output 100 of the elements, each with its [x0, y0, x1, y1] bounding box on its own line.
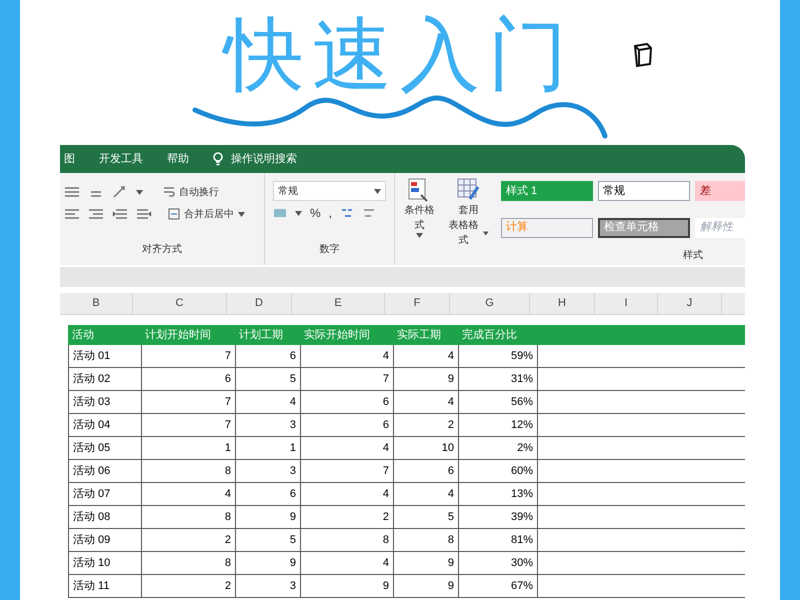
table-cell: 59%: [458, 345, 538, 367]
merge-center-button[interactable]: 合并后居中: [168, 206, 245, 222]
caret-icon: [136, 190, 143, 194]
table-cell: 7: [300, 368, 393, 390]
table-cell: 活动 02: [68, 368, 141, 390]
table-cell: 活动 05: [68, 437, 141, 459]
number-format-dropdown[interactable]: 常规: [273, 181, 386, 201]
table-header-cell-text: 实际工期: [396, 328, 442, 343]
column-header[interactable]: C: [133, 293, 227, 314]
group-label: 样式: [683, 248, 704, 263]
table-cell: 4: [393, 345, 458, 367]
table-cell: 9: [393, 552, 458, 574]
table-cell: 活动 11: [68, 575, 141, 597]
table-cell: 4: [235, 391, 300, 413]
table-cell: 6: [393, 460, 458, 482]
table-cell: 9: [235, 506, 300, 528]
table-header-cell-text: 实际开始时间: [303, 328, 371, 343]
table-cell: 9: [235, 552, 300, 574]
column-header[interactable]: E: [292, 293, 385, 314]
table-cell: 6: [235, 345, 300, 367]
table-cell: 2: [141, 575, 235, 597]
table-cell: 活动 01: [68, 345, 141, 367]
group-label: 数字: [320, 242, 340, 257]
table-cell: 31%: [458, 368, 538, 390]
align-icon[interactable]: [136, 207, 152, 221]
table-cell: 9: [300, 575, 393, 597]
table-cell: 4: [141, 483, 235, 505]
align-icon[interactable]: [88, 207, 104, 221]
table-cell: 2: [393, 414, 458, 436]
ribbon-tab[interactable]: 图: [64, 150, 75, 168]
text-orientation-icon[interactable]: [112, 185, 128, 199]
number-symbol[interactable]: %: [310, 204, 321, 222]
caret-icon: [295, 210, 302, 216]
table-cell: 81%: [458, 529, 538, 551]
decimal-decrease-icon[interactable]: [362, 207, 376, 219]
format-as-table-button[interactable]: 套用 表格格式: [448, 177, 489, 248]
table-cell: 5: [235, 368, 300, 390]
table-cell: 7: [141, 345, 235, 367]
cell-style[interactable]: 常规: [598, 181, 690, 201]
table-cell: 活动 07: [68, 483, 141, 505]
table-cell: 4: [300, 345, 393, 367]
page-title: 快速入门: [224, 15, 576, 95]
table-header-cell-text: 计划工期: [238, 328, 284, 343]
column-header[interactable]: I: [595, 293, 658, 314]
table-cell: 活动 04: [68, 414, 141, 436]
table-cell: 10: [393, 437, 458, 459]
align-icon[interactable]: [112, 207, 128, 221]
table-cell: 8: [300, 529, 393, 551]
column-header[interactable]: D: [227, 293, 292, 314]
table-cell: 6: [300, 391, 393, 413]
table-cell: 2: [141, 529, 235, 551]
table-cell: 67%: [458, 575, 538, 597]
table-header-cell-text: 完成百分比: [461, 328, 518, 343]
table-cell: 9: [393, 575, 458, 597]
table-cell: 1: [141, 437, 235, 459]
ribbon-tab[interactable]: 开发工具: [99, 150, 143, 168]
table-cell: 7: [141, 391, 235, 413]
table-cell: 7: [300, 460, 393, 482]
table-cell: 活动 09: [68, 529, 141, 551]
table-cell: 7: [141, 414, 235, 436]
table-cell: 6: [235, 483, 300, 505]
merge-icon: [168, 208, 180, 220]
align-icon[interactable]: [64, 185, 80, 199]
conditional-format-button[interactable]: 条件格式: [403, 177, 436, 248]
tell-me-search[interactable]: 操作说明搜索: [231, 150, 297, 168]
column-header[interactable]: G: [450, 293, 530, 314]
table-cell: 1: [235, 437, 300, 459]
caret-icon: [238, 212, 245, 216]
column-header[interactable]: B: [60, 293, 133, 314]
table-cell: 13%: [458, 483, 538, 505]
column-header[interactable]: H: [530, 293, 595, 314]
table-cell: 9: [393, 368, 458, 390]
number-symbol[interactable]: ,: [328, 204, 332, 222]
group-label: 对齐方式: [142, 242, 182, 257]
table-cell: 4: [300, 437, 393, 459]
caret-icon: [374, 188, 381, 194]
table-cell: 4: [393, 483, 458, 505]
table-header-cell-text: 活动: [71, 328, 95, 343]
column-header[interactable]: F: [385, 293, 450, 314]
table-cell: 6: [141, 368, 235, 390]
align-icon[interactable]: [64, 207, 80, 221]
table-cell: 3: [235, 460, 300, 482]
cell-style[interactable]: 差: [695, 181, 745, 201]
decimal-increase-icon[interactable]: [340, 207, 354, 219]
table-cell: 3: [235, 414, 300, 436]
caret-icon: [483, 230, 489, 236]
table-cell: 活动 06: [68, 460, 141, 482]
table-cell: 8: [393, 529, 458, 551]
ribbon-tab[interactable]: 帮助: [167, 150, 189, 168]
lightbulb-icon[interactable]: [213, 152, 223, 166]
column-header[interactable]: J: [658, 293, 722, 314]
table-cell: 2%: [458, 437, 538, 459]
wrap-icon: [163, 186, 175, 198]
table-cell: 8: [141, 552, 235, 574]
table-cell: 12%: [458, 414, 538, 436]
table-cell: 56%: [458, 391, 538, 413]
wrap-text-button[interactable]: 自动换行: [163, 184, 219, 200]
table-cell: 活动 10: [68, 552, 141, 574]
table-cell: 4: [300, 552, 393, 574]
table-brush-icon: [456, 177, 480, 203]
